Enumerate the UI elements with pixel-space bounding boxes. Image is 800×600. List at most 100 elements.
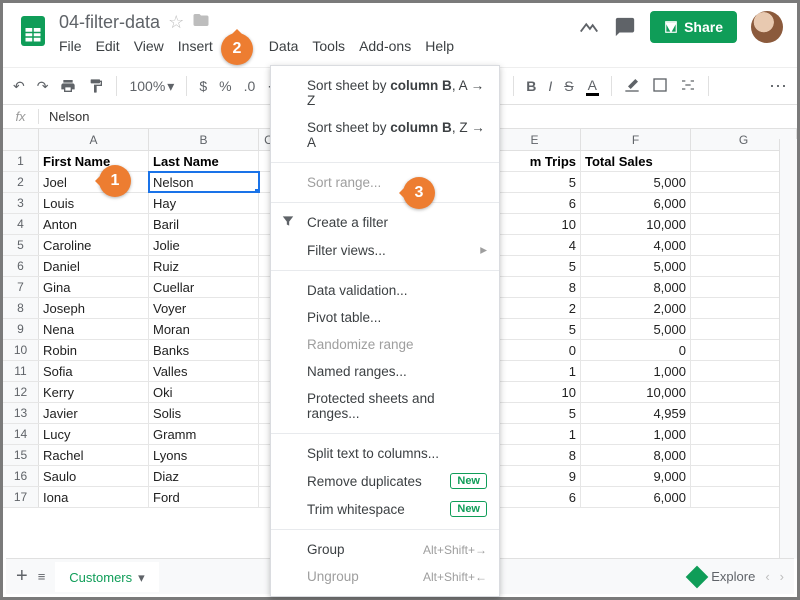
menu-split-text[interactable]: Split text to columns... — [271, 440, 499, 467]
cell[interactable]: Iona — [39, 487, 149, 507]
menu-addons[interactable]: Add-ons — [359, 38, 411, 54]
cell[interactable]: Kerry — [39, 382, 149, 402]
cell[interactable]: 6 — [489, 487, 581, 507]
merge-icon[interactable] — [680, 77, 696, 96]
cell[interactable]: 4,959 — [581, 403, 691, 423]
menu-group[interactable]: GroupAlt+Shift+→ — [271, 536, 499, 563]
cell[interactable]: 1 — [489, 424, 581, 444]
cell[interactable]: Nena — [39, 319, 149, 339]
row-header[interactable]: 7 — [3, 277, 39, 297]
col-a[interactable]: A — [39, 129, 149, 150]
cell[interactable]: Lucy — [39, 424, 149, 444]
cell[interactable]: Baril — [149, 214, 259, 234]
all-sheets-icon[interactable]: ≡ — [38, 569, 46, 584]
borders-icon[interactable] — [652, 77, 668, 96]
menu-remove-duplicates[interactable]: Remove duplicatesNew — [271, 467, 499, 495]
row-header[interactable]: 5 — [3, 235, 39, 255]
redo-icon[interactable]: ↷ — [37, 78, 49, 95]
currency-icon[interactable]: $ — [199, 78, 207, 94]
undo-icon[interactable]: ↶ — [13, 78, 25, 95]
cell[interactable]: Moran — [149, 319, 259, 339]
cell[interactable]: Gramm — [149, 424, 259, 444]
cell[interactable]: Anton — [39, 214, 149, 234]
share-button[interactable]: Share — [650, 11, 737, 43]
cell[interactable]: 0 — [581, 340, 691, 360]
menu-sort-za[interactable]: Sort sheet by column B, Z → A — [271, 114, 499, 156]
cell[interactable]: 8,000 — [581, 445, 691, 465]
print-icon[interactable] — [60, 78, 76, 94]
menu-edit[interactable]: Edit — [96, 38, 120, 54]
cell[interactable]: 10 — [489, 214, 581, 234]
cell[interactable]: Gina — [39, 277, 149, 297]
cell[interactable]: Nelson — [149, 172, 259, 192]
hdr-first-name[interactable]: First Name — [39, 151, 149, 171]
cell[interactable]: 5 — [489, 319, 581, 339]
cell[interactable]: 5,000 — [581, 319, 691, 339]
cell[interactable]: Rachel — [39, 445, 149, 465]
row-header[interactable]: 9 — [3, 319, 39, 339]
cell[interactable]: 5,000 — [581, 256, 691, 276]
hdr-trips[interactable]: m Trips — [489, 151, 581, 171]
cell[interactable]: Robin — [39, 340, 149, 360]
row-header[interactable]: 17 — [3, 487, 39, 507]
menu-tools[interactable]: Tools — [312, 38, 345, 54]
cell[interactable]: Voyer — [149, 298, 259, 318]
italic-icon[interactable]: I — [548, 78, 552, 94]
add-sheet-icon[interactable]: + — [16, 565, 28, 588]
cell[interactable]: 5 — [489, 403, 581, 423]
paint-format-icon[interactable] — [88, 78, 104, 94]
cell[interactable]: 6,000 — [581, 193, 691, 213]
cell[interactable]: Daniel — [39, 256, 149, 276]
cell[interactable]: 5,000 — [581, 172, 691, 192]
row-header[interactable]: 14 — [3, 424, 39, 444]
fx-value[interactable]: Nelson — [39, 109, 89, 124]
hdr-total-sales[interactable]: Total Sales — [581, 151, 691, 171]
comments-icon[interactable] — [614, 16, 636, 38]
cell[interactable]: Lyons — [149, 445, 259, 465]
vertical-scrollbar[interactable] — [779, 139, 797, 559]
star-icon[interactable]: ☆ — [168, 12, 184, 33]
row-header[interactable]: 6 — [3, 256, 39, 276]
cell[interactable]: 2,000 — [581, 298, 691, 318]
menu-help[interactable]: Help — [425, 38, 454, 54]
document-title[interactable]: 04-filter-data — [59, 12, 160, 33]
cell[interactable]: Joseph — [39, 298, 149, 318]
fill-color-icon[interactable] — [624, 77, 640, 96]
text-color-icon[interactable]: A — [586, 77, 599, 96]
explore-button[interactable]: Explore — [689, 569, 755, 585]
cell[interactable]: 4,000 — [581, 235, 691, 255]
row-header[interactable]: 2 — [3, 172, 39, 192]
row-header[interactable]: 12 — [3, 382, 39, 402]
cell[interactable]: Saulo — [39, 466, 149, 486]
sheets-app-icon[interactable] — [13, 11, 53, 51]
hdr-last-name[interactable]: Last Name — [149, 151, 259, 171]
cell[interactable]: 6,000 — [581, 487, 691, 507]
cell[interactable]: 1,000 — [581, 361, 691, 381]
col-e[interactable]: E — [489, 129, 581, 150]
sheet-scroll-left-icon[interactable]: ‹ — [765, 569, 769, 584]
decimal-decrease-icon[interactable]: .0 — [244, 78, 256, 94]
cell[interactable]: 6 — [489, 193, 581, 213]
cell[interactable]: 4 — [489, 235, 581, 255]
menu-filter-views[interactable]: Filter views...▸ — [271, 236, 499, 264]
col-f[interactable]: F — [581, 129, 691, 150]
cell[interactable]: 2 — [489, 298, 581, 318]
cell[interactable]: 9,000 — [581, 466, 691, 486]
menu-insert[interactable]: Insert — [178, 38, 213, 54]
menu-pivot-table[interactable]: Pivot table... — [271, 304, 499, 331]
cell[interactable]: Sofia — [39, 361, 149, 381]
cell[interactable]: Javier — [39, 403, 149, 423]
cell[interactable]: 8,000 — [581, 277, 691, 297]
menu-view[interactable]: View — [134, 38, 164, 54]
row-header[interactable]: 11 — [3, 361, 39, 381]
sheet-scroll-right-icon[interactable]: › — [780, 569, 784, 584]
sheet-tab-customers[interactable]: Customers▾ — [55, 562, 158, 592]
cell[interactable]: Caroline — [39, 235, 149, 255]
cell[interactable]: Louis — [39, 193, 149, 213]
menu-data-validation[interactable]: Data validation... — [271, 277, 499, 304]
menu-create-filter[interactable]: Create a filter — [271, 209, 499, 236]
cell[interactable]: Ruiz — [149, 256, 259, 276]
percent-icon[interactable]: % — [219, 78, 231, 94]
cell[interactable]: 10 — [489, 382, 581, 402]
row-header[interactable]: 13 — [3, 403, 39, 423]
